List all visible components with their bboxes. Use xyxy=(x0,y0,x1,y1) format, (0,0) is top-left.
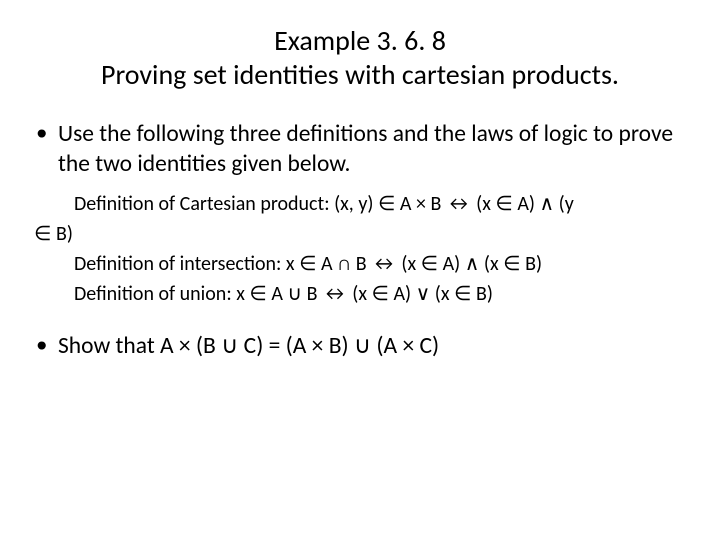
definitions-block: Definition of Cartesian product: (x, y) … xyxy=(30,189,690,309)
slide-title: Example 3. 6. 8 Proving set identities w… xyxy=(70,24,650,91)
slide-body-2: Show that A × (B ∪ C) = (A × B) ∪ (A × C… xyxy=(30,331,690,361)
title-line-1: Example 3. 6. 8 xyxy=(70,24,650,58)
slide-body: Use the following three definitions and … xyxy=(30,119,690,179)
bullet-show-identity: Show that A × (B ∪ C) = (A × B) ∪ (A × C… xyxy=(30,331,690,361)
title-line-2: Proving set identities with cartesian pr… xyxy=(70,58,650,92)
bullet-text: Show that A × (B ∪ C) = (A × B) ∪ (A × C… xyxy=(58,332,439,360)
definition-union: Definition of union: x ∈ A ∪ B ↔ (x ∈ A)… xyxy=(34,279,690,309)
bullet-text: Use the following three definitions and … xyxy=(58,120,673,178)
definition-intersection: Definition of intersection: x ∈ A ∩ B ↔ … xyxy=(34,249,690,279)
slide: Example 3. 6. 8 Proving set identities w… xyxy=(0,0,720,540)
bullet-definitions-intro: Use the following three definitions and … xyxy=(30,119,690,179)
definition-cartesian-part-a: Definition of Cartesian product: (x, y) … xyxy=(34,189,690,219)
definition-cartesian-part-b: ∈ B) xyxy=(34,219,690,249)
